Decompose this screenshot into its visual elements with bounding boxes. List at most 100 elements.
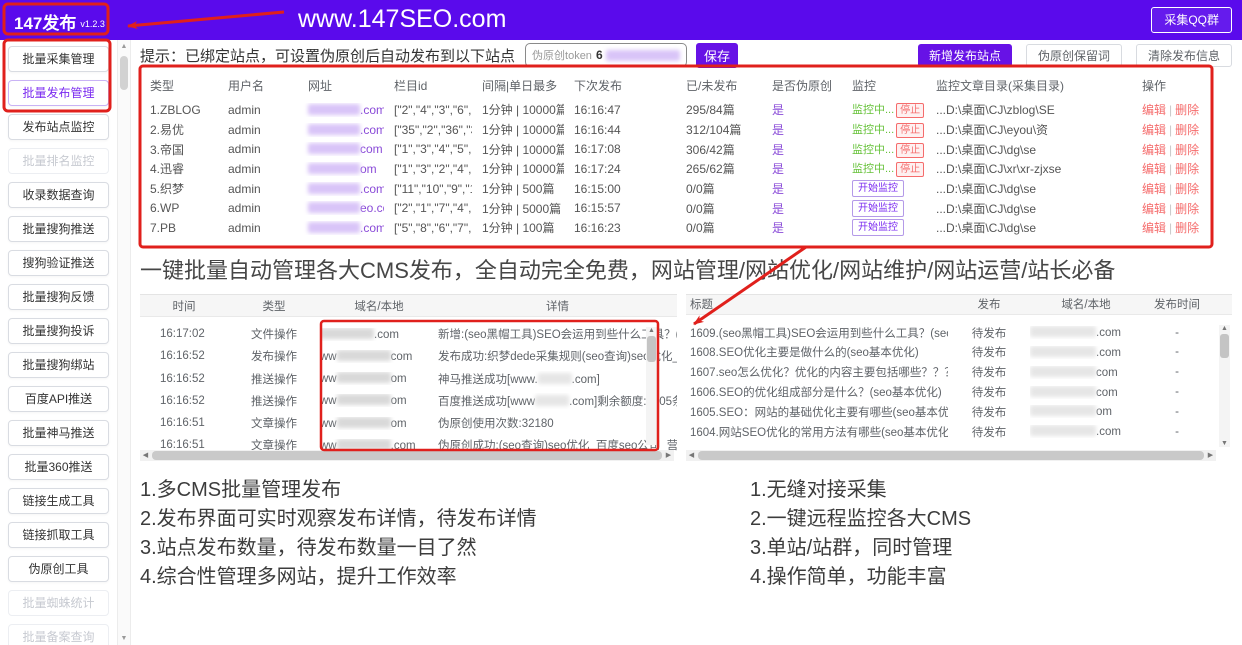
start-monitor-button[interactable]: 开始监控 [852, 180, 904, 197]
sidebar-item-3[interactable]: 发布站点监控 [8, 114, 109, 140]
stop-button[interactable]: 停止 [896, 123, 924, 138]
sidebar-item-10[interactable]: 批量搜狗绑站 [8, 352, 109, 378]
edit-link[interactable]: 编辑 [1142, 143, 1166, 157]
pending-row: 1609.(seo黑帽工具)SEO会运用到些什么工具？(seo黑帽工具)待发布.… [686, 323, 1232, 343]
monitor-cell: 开始监控 [842, 200, 926, 217]
sidebar-item-5[interactable]: 收录数据查询 [8, 182, 109, 208]
pending-v-thumb[interactable] [1220, 334, 1229, 358]
sidebar-item-8[interactable]: 批量搜狗反馈 [8, 284, 109, 310]
scroll-up-icon[interactable]: ▲ [1219, 325, 1230, 332]
pseudo-cell: 是 [762, 101, 842, 118]
url-link[interactable]: .com [360, 221, 384, 235]
stop-button[interactable]: 停止 [896, 103, 924, 118]
scroll-up-icon[interactable]: ▲ [646, 327, 657, 334]
pending-h-thumb[interactable] [698, 451, 1204, 460]
pending-table-body: 1609.(seo黑帽工具)SEO会运用到些什么工具？(seo黑帽工具)待发布.… [686, 315, 1232, 442]
scroll-down-icon[interactable]: ▼ [118, 635, 130, 642]
col-header: 下次发布 [564, 77, 676, 94]
edit-link[interactable]: 编辑 [1142, 123, 1166, 137]
url-link[interactable]: eo.com [360, 201, 384, 215]
sidebar-item-7[interactable]: 搜狗验证推送 [8, 250, 109, 276]
sidebar-item-4[interactable]: 批量排名监控 [8, 148, 109, 174]
sidebar-item-18[interactable]: 批量备案查询 [8, 624, 109, 645]
scroll-right-icon[interactable]: ▶ [663, 450, 674, 461]
pending-v-scrollbar[interactable]: ▲ ▼ [1219, 325, 1230, 447]
start-monitor-button[interactable]: 开始监控 [852, 219, 904, 236]
title-cell: 1607.seo怎么优化？优化的内容主要包括哪些？？？(seo基本优化) [686, 364, 948, 380]
sidebar-item-1[interactable]: 批量采集管理 [8, 46, 109, 72]
stop-button[interactable]: 停止 [896, 162, 924, 177]
url-cell: .com [298, 103, 384, 117]
clear-info-button[interactable]: 清除发布信息 [1136, 44, 1232, 67]
content-scrollbar-thumb[interactable] [120, 56, 128, 90]
operations-cell: 编辑|删除 [1132, 160, 1212, 177]
scroll-left-icon[interactable]: ◀ [686, 450, 697, 461]
delete-link[interactable]: 删除 [1175, 221, 1199, 235]
edit-link[interactable]: 编辑 [1142, 162, 1166, 176]
stop-button[interactable]: 停止 [896, 143, 924, 158]
scroll-up-icon[interactable]: ▲ [118, 43, 130, 50]
monitor-status: 监控中... [852, 144, 894, 156]
sidebar-item-16[interactable]: 伪原创工具 [8, 556, 109, 582]
app-logo-text: 147发布 [14, 14, 76, 33]
domain-cell: com [1030, 386, 1142, 399]
sidebar-item-2[interactable]: 批量发布管理 [8, 80, 109, 106]
content-scrollbar[interactable]: ▲ ▼ [117, 40, 131, 645]
sidebar-item-15[interactable]: 链接抓取工具 [8, 522, 109, 548]
sidebar-item-13[interactable]: 批量360推送 [8, 454, 109, 480]
edit-link[interactable]: 编辑 [1142, 103, 1166, 117]
edit-link[interactable]: 编辑 [1142, 182, 1166, 196]
url-link[interactable]: .com [360, 123, 384, 137]
delete-link[interactable]: 删除 [1175, 182, 1199, 196]
sidebar-item-12[interactable]: 批量神马推送 [8, 420, 109, 446]
pseudo-flag: 是 [772, 162, 784, 176]
log-h-thumb[interactable] [152, 451, 662, 460]
count-cell: 265/62篇 [676, 160, 762, 177]
sidebar-item-17[interactable]: 批量蜘蛛统计 [8, 590, 109, 616]
pending-h-scrollbar[interactable]: ◀ ▶ [686, 450, 1216, 461]
token-input[interactable]: 伪原创token 6 [525, 43, 687, 67]
op-separator: | [1169, 221, 1172, 235]
url-cell: .com [298, 182, 384, 196]
domain-suffix: com [1096, 387, 1118, 399]
scroll-down-icon[interactable]: ▼ [1219, 440, 1230, 447]
start-monitor-button[interactable]: 开始监控 [852, 200, 904, 217]
sidebar-item-11[interactable]: 百度API推送 [8, 386, 109, 412]
sidebar-item-9[interactable]: 批量搜狗投诉 [8, 318, 109, 344]
log-v-scrollbar[interactable]: ▲ [646, 327, 657, 445]
delete-link[interactable]: 删除 [1175, 162, 1199, 176]
url-link[interactable]: om [360, 162, 377, 176]
table-row: 6.WPadmineo.com["2","1","7","4","3","6"]… [140, 198, 1212, 218]
scroll-left-icon[interactable]: ◀ [140, 450, 151, 461]
op-separator: | [1169, 162, 1172, 176]
url-link[interactable]: .com [360, 182, 384, 196]
detail-text: .com]剩余额度:2605条 [569, 396, 677, 408]
url-link[interactable]: .com [360, 103, 384, 117]
delete-link[interactable]: 删除 [1175, 123, 1199, 137]
url-cell: eo.com [298, 201, 384, 215]
interval-cell: 1分钟 | 10000篇 [472, 101, 564, 118]
sidebar-item-14[interactable]: 链接生成工具 [8, 488, 109, 514]
table-row: 1.ZBLOGadmin.com["2","4","3","6","5"]1分钟… [140, 100, 1212, 120]
log-h-scrollbar[interactable]: ◀ ▶ [140, 450, 674, 461]
monitor-dir-cell: ...D:\桌面\CJ\dg\se [926, 180, 1132, 197]
pseudo-keep-button[interactable]: 伪原创保留词 [1026, 44, 1122, 67]
save-button[interactable]: 保存 [696, 43, 738, 68]
token-placeholder: 伪原创token [532, 47, 592, 63]
qq-group-button[interactable]: 采集QQ群 [1151, 7, 1232, 33]
edit-link[interactable]: 编辑 [1142, 202, 1166, 216]
delete-link[interactable]: 删除 [1175, 202, 1199, 216]
delete-link[interactable]: 删除 [1175, 103, 1199, 117]
monitor-dir-cell: ...D:\桌面\CJ\dg\se [926, 200, 1132, 217]
feature-item: 2.发布界面可实时观察发布详情，待发布详情 [140, 505, 537, 534]
add-site-button[interactable]: 新增发布站点 [918, 44, 1012, 67]
type-cell: 文章操作 [228, 415, 320, 431]
delete-link[interactable]: 删除 [1175, 143, 1199, 157]
edit-link[interactable]: 编辑 [1142, 221, 1166, 235]
scroll-right-icon[interactable]: ▶ [1205, 450, 1216, 461]
url-link[interactable]: com [360, 142, 383, 156]
log-v-thumb[interactable] [647, 336, 656, 362]
sidebar-item-6[interactable]: 批量搜狗推送 [8, 216, 109, 242]
pending-row: 1607.seo怎么优化？优化的内容主要包括哪些？？？(seo基本优化)待发布c… [686, 362, 1232, 382]
next-time-cell: 16:16:23 [564, 221, 676, 235]
